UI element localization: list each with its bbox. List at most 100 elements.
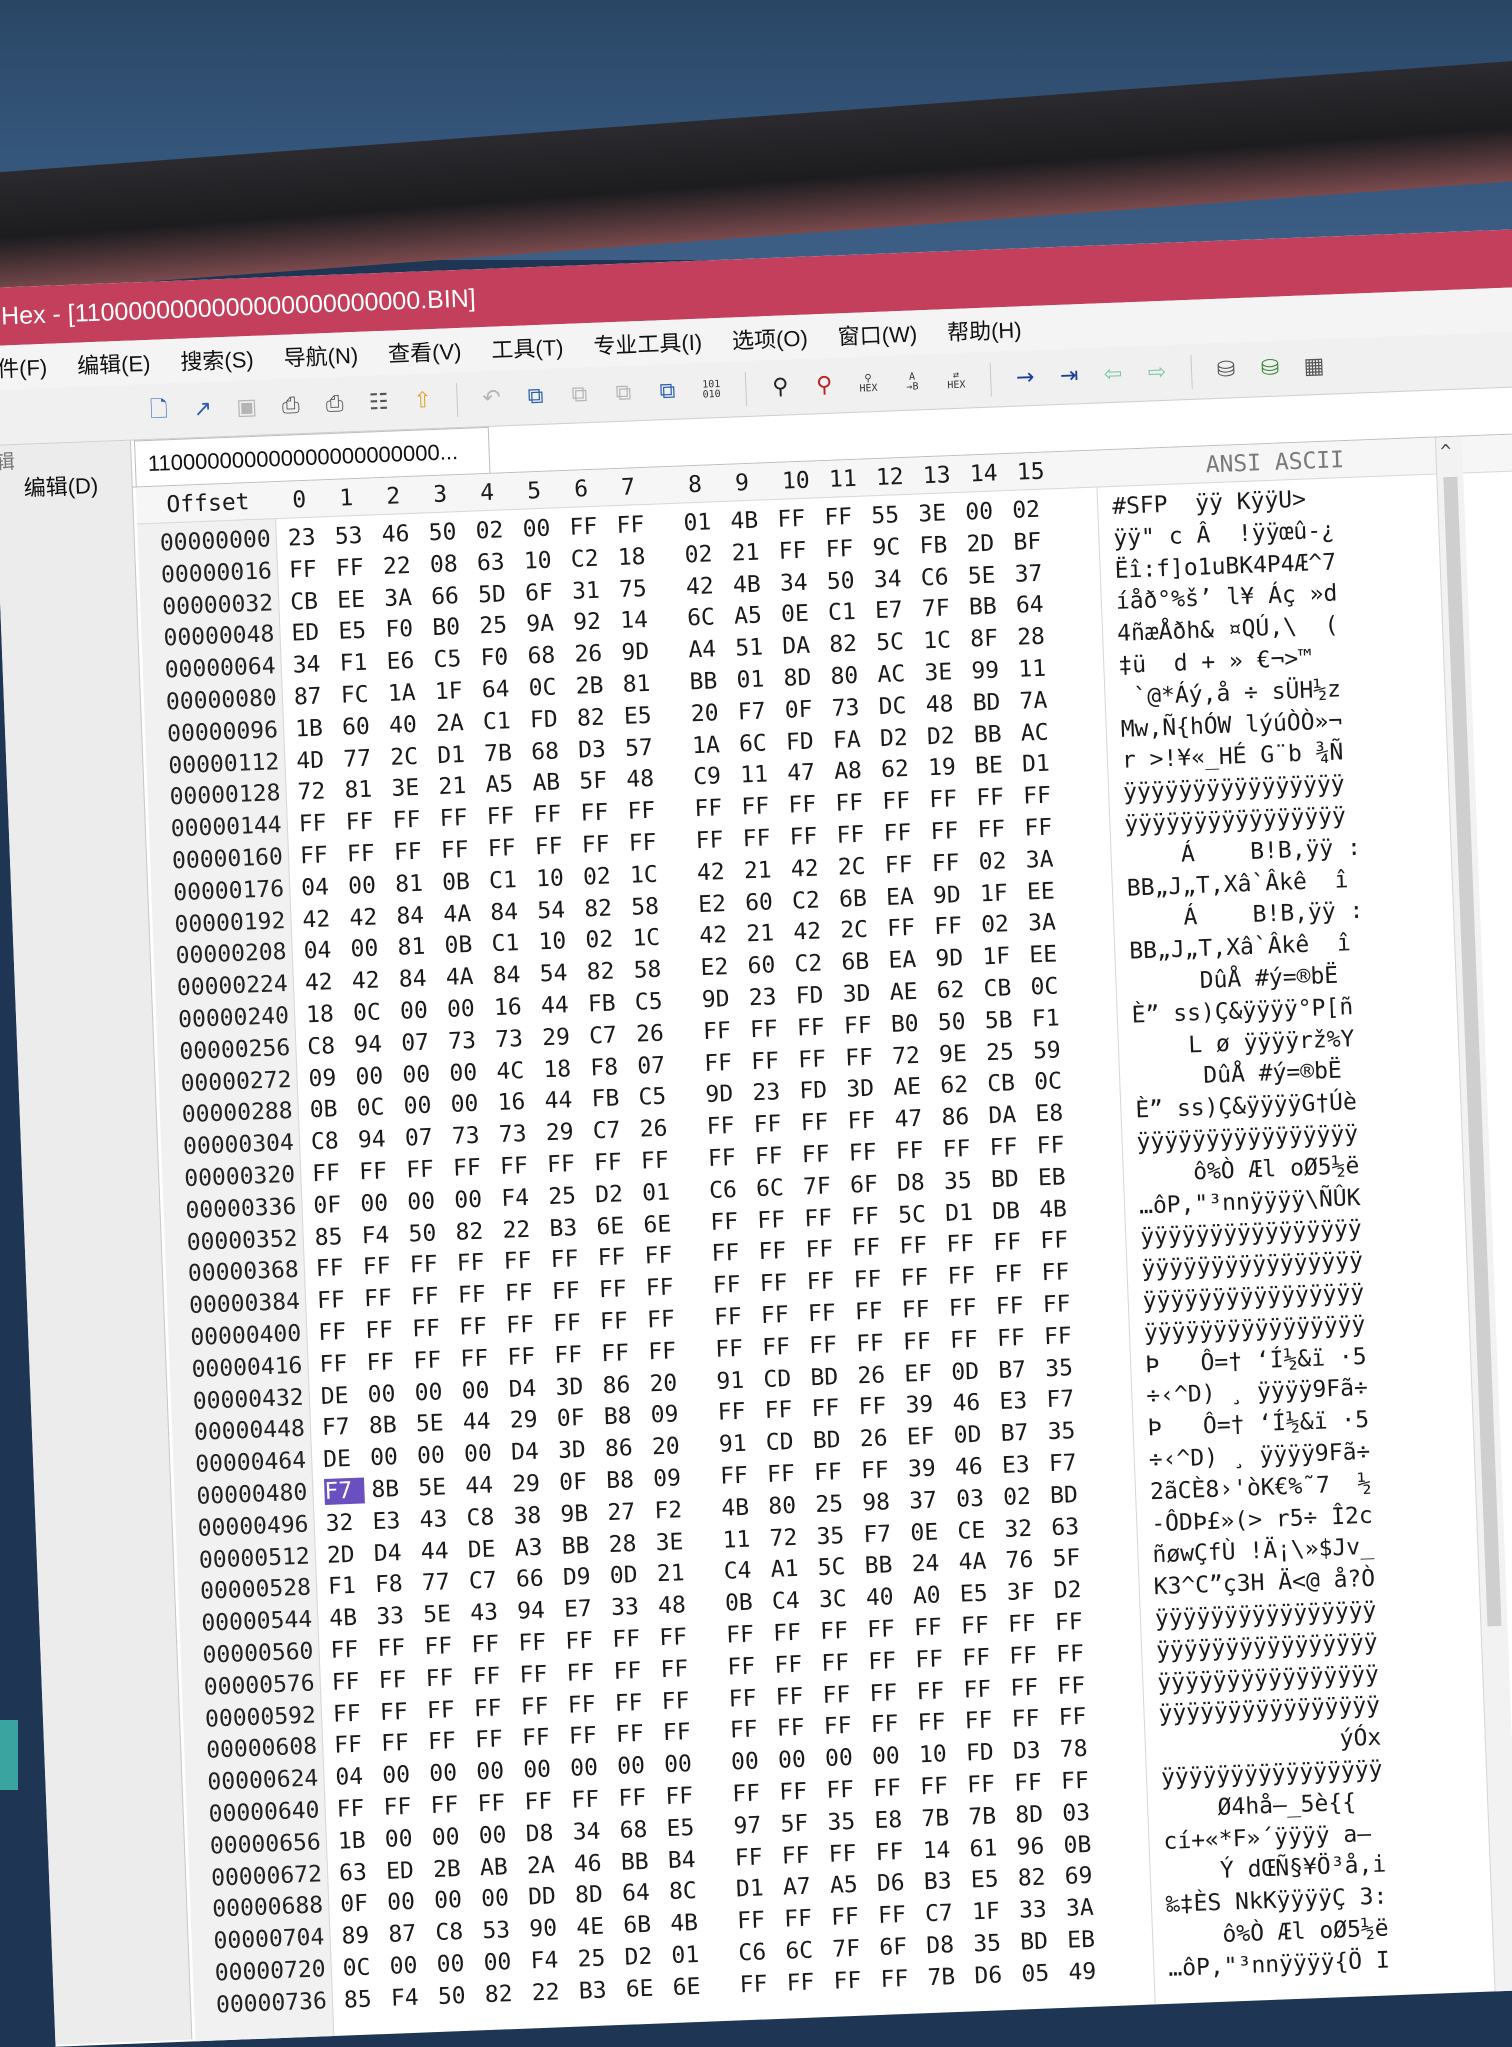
hex-byte[interactable]: F4 <box>361 1221 402 1249</box>
hex-byte[interactable]: FF <box>704 1049 745 1077</box>
hex-byte[interactable]: FF <box>868 1647 909 1675</box>
hex-byte[interactable]: 00 <box>449 1059 490 1086</box>
hex-byte[interactable]: FF <box>1058 1704 1099 1731</box>
hex-byte[interactable]: D2 <box>624 1943 665 1971</box>
hex-byte[interactable]: F7 <box>737 698 778 725</box>
hex-byte[interactable]: F2 <box>654 1497 695 1524</box>
hex-byte[interactable]: 0C <box>353 999 394 1026</box>
hex-byte[interactable]: C7 <box>592 1117 633 1145</box>
hex-byte[interactable]: FF <box>471 1631 512 1658</box>
find-hex-icon[interactable]: ⚲ HEX <box>852 367 885 400</box>
hex-byte[interactable]: 8C <box>669 1878 710 1905</box>
hex-byte[interactable]: 9D <box>933 881 974 909</box>
hex-byte[interactable]: F4 <box>390 1984 431 2012</box>
hex-byte[interactable]: 5C <box>817 1554 858 1581</box>
hex-byte[interactable]: FF <box>612 1626 653 1653</box>
hex-byte[interactable]: AC <box>877 661 918 688</box>
hex-byte[interactable]: 00 <box>483 1949 524 1976</box>
hex-byte[interactable]: FF <box>362 1253 403 1281</box>
hex-byte[interactable]: 2D <box>326 1541 367 1568</box>
hex-byte[interactable]: FF <box>1008 1610 1049 1638</box>
hex-byte[interactable]: 4B <box>1039 1195 1080 1223</box>
hex-byte[interactable]: 1F <box>434 678 475 705</box>
hex-byte[interactable]: 6E <box>625 1975 666 2003</box>
hex-byte[interactable]: 66 <box>515 1566 556 1593</box>
hex-byte[interactable]: 5E <box>967 562 1008 589</box>
hex-byte[interactable]: 6E <box>643 1211 684 1238</box>
hex-byte[interactable]: 43 <box>470 1599 511 1627</box>
hex-byte[interactable]: 47 <box>894 1105 935 1133</box>
hex-byte[interactable]: 80 <box>830 662 871 690</box>
hex-byte[interactable]: FF <box>428 1728 469 1756</box>
hex-byte[interactable]: 82 <box>455 1218 496 1245</box>
hex-byte[interactable]: F7 <box>323 1477 365 1505</box>
hex-byte[interactable]: 02 <box>583 863 624 890</box>
hex-byte[interactable]: 0D <box>609 1562 650 1589</box>
hex-byte[interactable]: FF <box>627 797 668 825</box>
hex-byte[interactable]: 42 <box>351 967 392 995</box>
hex-byte[interactable]: FF <box>820 1618 861 1645</box>
hex-byte[interactable]: FF <box>648 1338 689 1365</box>
hex-byte[interactable]: FF <box>963 1676 1004 1703</box>
hex-byte[interactable]: 00 <box>360 1190 401 1217</box>
hex-byte[interactable]: C5 <box>638 1083 679 1111</box>
hex-byte[interactable]: 82 <box>484 1980 525 2008</box>
hex-byte[interactable]: FB <box>587 990 628 1017</box>
hex-byte[interactable]: 63 <box>339 1859 380 1886</box>
hex-byte[interactable]: 6F <box>850 1171 891 1198</box>
hex-byte[interactable]: 7B <box>968 1803 1009 1830</box>
hex-byte[interactable]: 14 <box>620 607 661 634</box>
hex-byte[interactable]: 62 <box>940 1072 981 1099</box>
hex-byte[interactable]: FF <box>741 793 782 821</box>
hex-byte[interactable]: D3 <box>1012 1737 1053 1765</box>
hex-byte[interactable]: 00 <box>450 1091 491 1118</box>
hex-byte[interactable]: FF <box>825 535 866 563</box>
hex-byte[interactable]: FF <box>995 1293 1036 1320</box>
hex-byte[interactable]: FF <box>486 803 527 830</box>
hex-byte[interactable]: FF <box>506 1311 547 1339</box>
hex-byte[interactable]: 81 <box>622 670 663 698</box>
hex-byte[interactable]: 82 <box>586 958 627 986</box>
hex-byte[interactable]: 69 <box>1064 1863 1105 1890</box>
hex-byte[interactable]: E8 <box>874 1806 915 1834</box>
hex-byte[interactable]: E8 <box>1035 1100 1076 1128</box>
hex-byte[interactable]: 5F <box>780 1810 821 1837</box>
hex-byte[interactable]: 26 <box>859 1425 900 1453</box>
hex-byte[interactable]: FF <box>645 1274 686 1302</box>
hex-byte[interactable]: 0C <box>528 674 569 701</box>
hex-byte[interactable]: 9B <box>560 1500 601 1528</box>
hex-byte[interactable]: 1B <box>295 715 336 742</box>
hex-byte[interactable]: 11 <box>1018 655 1059 683</box>
hex-byte[interactable]: 02 <box>684 541 725 568</box>
hex-byte[interactable]: BB <box>620 1848 661 1875</box>
hex-byte[interactable]: FF <box>761 1302 802 1329</box>
hex-byte[interactable]: 00 <box>825 1745 866 1772</box>
hex-byte[interactable]: 08 <box>429 551 470 578</box>
hex-byte[interactable]: 68 <box>527 642 568 670</box>
hex-byte[interactable]: 18 <box>617 543 658 571</box>
hex-byte[interactable]: FF <box>707 1144 748 1172</box>
hex-byte[interactable]: 00 <box>402 1061 443 1088</box>
hex-byte[interactable]: ED <box>291 619 332 647</box>
hex-byte[interactable]: 0F <box>556 1405 597 1432</box>
hex-byte[interactable]: E3 <box>999 1388 1040 1415</box>
hex-byte[interactable]: FF <box>534 833 575 860</box>
hex-byte[interactable]: 0D <box>953 1421 994 1449</box>
hex-byte[interactable]: 82 <box>576 704 617 731</box>
hex-byte[interactable]: FF <box>411 1283 452 1311</box>
hex-byte[interactable]: 4A <box>445 964 486 991</box>
hex-byte[interactable]: 21 <box>438 773 479 800</box>
hex-byte[interactable]: 32 <box>325 1509 366 1537</box>
hex-byte[interactable]: E2 <box>700 954 741 981</box>
hex-byte[interactable]: 26 <box>636 1020 677 1047</box>
hex-byte[interactable]: 26 <box>639 1115 680 1143</box>
hex-byte[interactable]: 2C <box>390 743 431 770</box>
hex-byte[interactable]: 85 <box>343 1986 384 2013</box>
hex-byte[interactable]: FF <box>566 1659 607 1687</box>
hex-byte[interactable]: FF <box>915 1646 956 1673</box>
hex-byte[interactable]: 48 <box>658 1592 699 1619</box>
hex-byte[interactable]: FF <box>916 1677 957 1705</box>
hex-byte[interactable]: 2C <box>837 853 878 881</box>
hex-byte[interactable]: FF <box>440 837 481 864</box>
hex-byte[interactable]: 60 <box>747 952 788 979</box>
